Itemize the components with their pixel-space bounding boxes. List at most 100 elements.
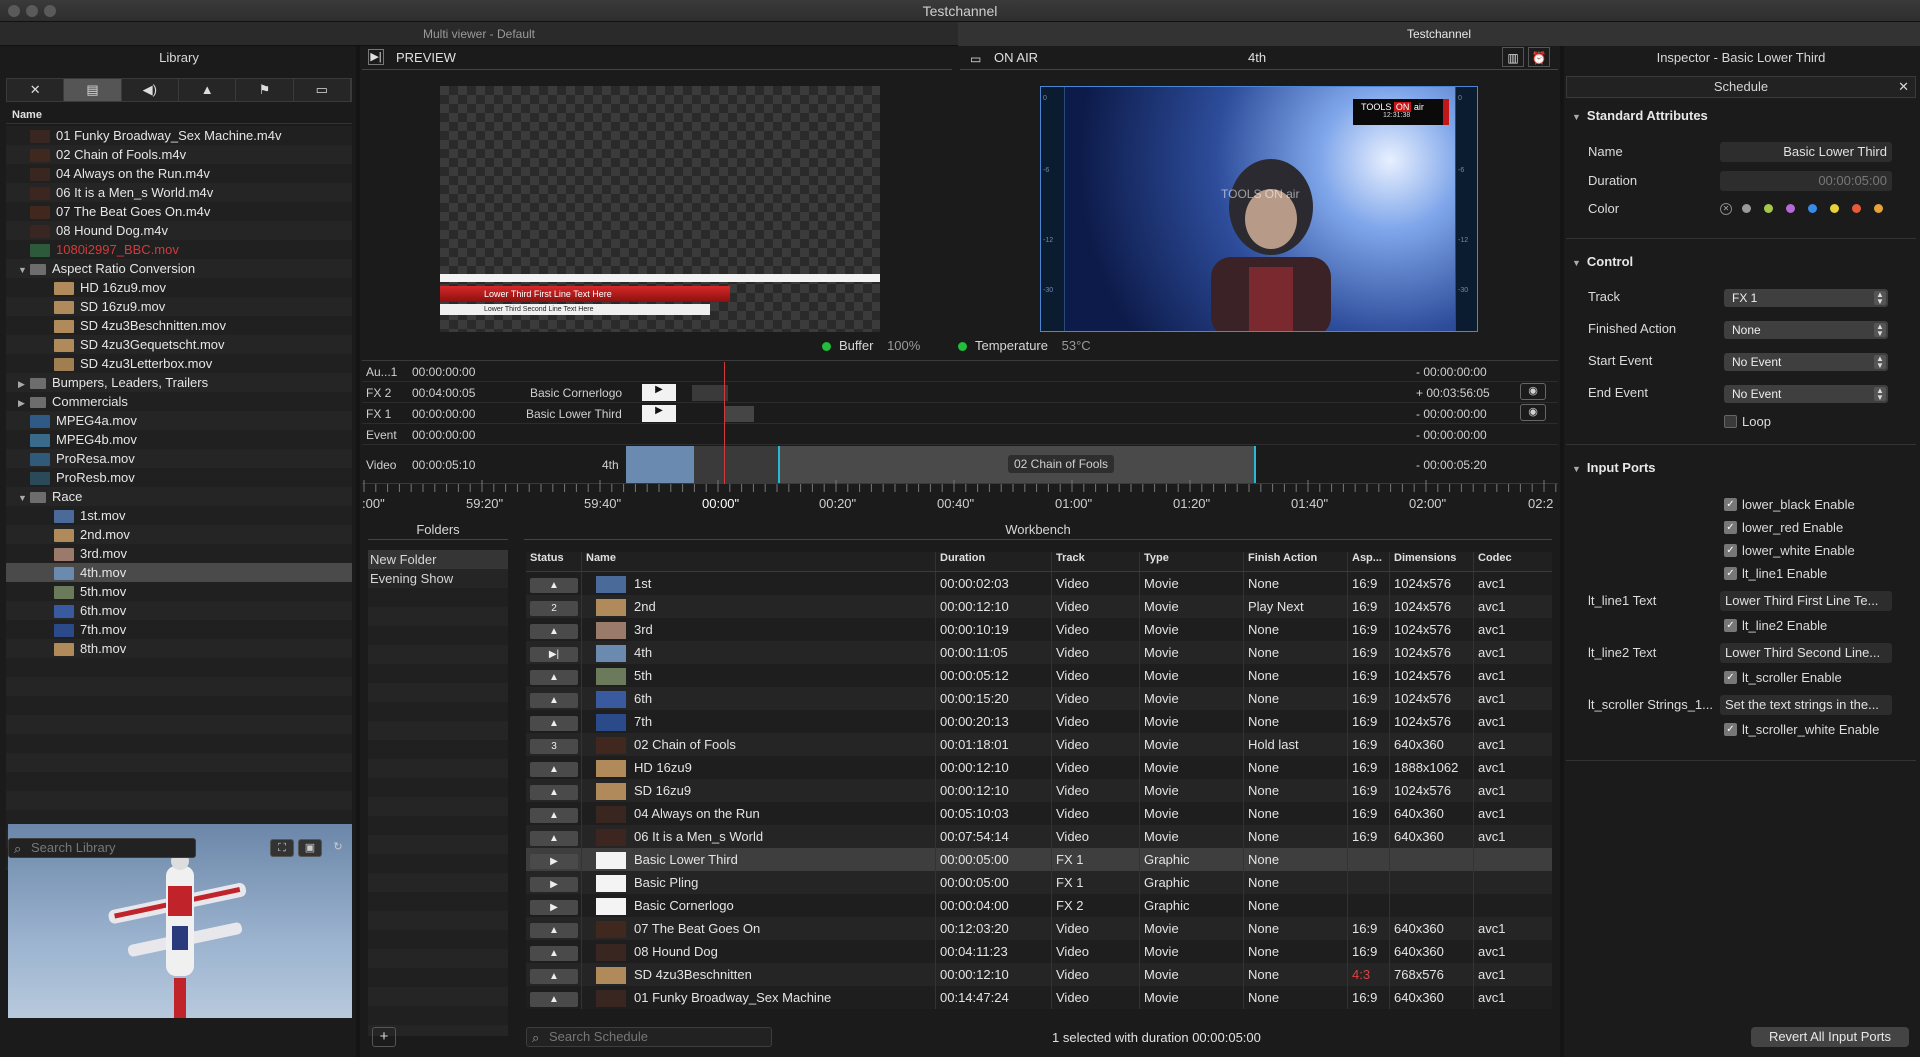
library-item[interactable]: SD 4zu3Beschnitten.mov xyxy=(6,316,352,335)
table-row[interactable]: ▲ 08 Hound Dog 00:04:11:23 Video Movie None 16… xyxy=(526,940,1552,963)
table-row[interactable]: ▲ 06 It is a Men_s World 00:07:54:14 Video M… xyxy=(526,825,1552,848)
color-swatch[interactable] xyxy=(1830,204,1839,213)
table-row[interactable]: 3 02 Chain of Fools 00:01:18:01 Video Movie H… xyxy=(526,733,1552,756)
status-button[interactable]: ▲ xyxy=(530,762,578,777)
divider[interactable] xyxy=(1560,46,1564,1057)
table-row[interactable]: ▶ Basic Lower Third 00:00:05:00 FX 1 Graphic… xyxy=(526,848,1552,871)
library-folder[interactable]: ▶ Commercials xyxy=(6,392,352,411)
library-item[interactable]: HD 16zu9.mov xyxy=(6,278,352,297)
play-fx1-button[interactable]: ▶ xyxy=(642,405,676,422)
status-button[interactable]: 2 xyxy=(530,601,578,616)
column-aspect[interactable]: Asp... xyxy=(1348,552,1390,571)
status-button[interactable]: ▲ xyxy=(530,808,578,823)
status-button[interactable]: ▲ xyxy=(530,831,578,846)
input-ports-section[interactable]: ▼ Input Ports xyxy=(1572,458,1656,478)
status-button[interactable]: ▲ xyxy=(530,923,578,938)
playhead[interactable] xyxy=(724,362,725,484)
schedule-search-input[interactable]: ⌕ Search Schedule xyxy=(526,1027,772,1047)
lt-line1-text-field[interactable]: Lower Third First Line Te... xyxy=(1720,591,1892,611)
column-name[interactable]: Name xyxy=(582,552,936,571)
table-row[interactable]: ▲ 1st 00:00:02:03 Video Movie None 16:9 1024x57… xyxy=(526,572,1552,595)
library-item[interactable]: 08 Hound Dog.m4v xyxy=(6,221,352,240)
library-item[interactable]: SD 4zu3Gequetscht.mov xyxy=(6,335,352,354)
fx2-clip-block[interactable] xyxy=(692,385,728,401)
library-column-name[interactable]: Name xyxy=(6,106,352,124)
eye-icon[interactable]: ◉ xyxy=(1520,404,1546,421)
table-row[interactable]: ▶| 4th 00:00:11:05 Video Movie None 16:9 1024x5… xyxy=(526,641,1552,664)
color-swatch[interactable] xyxy=(1764,204,1773,213)
status-button[interactable]: 3 xyxy=(530,739,578,754)
schedule-tab[interactable]: Schedule ✕ xyxy=(1566,76,1916,98)
folder-item[interactable]: New Folder xyxy=(368,550,508,569)
add-folder-button[interactable]: + xyxy=(372,1027,396,1047)
library-item[interactable]: 2nd.mov xyxy=(6,525,352,544)
status-button[interactable]: ▲ xyxy=(530,785,578,800)
library-item[interactable]: 07 The Beat Goes On.m4v xyxy=(6,202,352,221)
status-button[interactable]: ▶| xyxy=(530,647,578,662)
calendar-icon[interactable]: ▭ xyxy=(970,49,981,69)
library-item[interactable]: 6th.mov xyxy=(6,601,352,620)
image-view-button[interactable]: ▣ xyxy=(298,839,322,857)
tab-testchannel[interactable]: Testchannel xyxy=(958,22,1920,46)
end-event-select[interactable]: No Event ▲ ▼ xyxy=(1724,385,1888,403)
start-event-select[interactable]: No Event ▲ ▼ xyxy=(1724,353,1888,371)
play-fx2-button[interactable]: ▶ xyxy=(642,384,676,401)
table-row[interactable]: ▲ SD 4zu3Beschnitten 00:00:12:10 Video Movie… xyxy=(526,963,1552,986)
no-color-icon[interactable]: ✕ xyxy=(1720,203,1732,215)
lower-white-checkbox[interactable]: ✓ lower_white Enable xyxy=(1724,543,1855,559)
column-track[interactable]: Track xyxy=(1052,552,1140,571)
lt-scroller-strings-field[interactable]: Set the text strings in the... xyxy=(1720,695,1892,715)
column-duration[interactable]: Duration xyxy=(936,552,1052,571)
table-row[interactable]: ▲ 6th 00:00:15:20 Video Movie None 16:9 1024x57… xyxy=(526,687,1552,710)
status-button[interactable]: ▲ xyxy=(530,716,578,731)
library-item[interactable]: SD 4zu3Letterbox.mov xyxy=(6,354,352,373)
alarm-icon[interactable]: ⏰ xyxy=(1528,47,1550,67)
current-clip-thumbnail[interactable] xyxy=(626,446,694,483)
library-item[interactable]: 01 Funky Broadway_Sex Machine.m4v xyxy=(6,126,352,145)
fit-view-button[interactable]: ⛶ xyxy=(270,839,294,857)
current-clip-block[interactable] xyxy=(694,446,778,483)
status-button[interactable]: ▲ xyxy=(530,992,578,1007)
status-button[interactable]: ▲ xyxy=(530,693,578,708)
color-swatch[interactable] xyxy=(1852,204,1861,213)
status-button[interactable]: ▲ xyxy=(530,946,578,961)
status-button[interactable]: ▶ xyxy=(530,854,578,869)
library-folder[interactable]: ▶ Bumpers, Leaders, Trailers xyxy=(6,373,352,392)
library-search-input[interactable]: ⌕ Search Library xyxy=(8,838,196,858)
library-item[interactable]: SD 16zu9.mov xyxy=(6,297,352,316)
library-item[interactable]: 1080i2997_BBC.mov xyxy=(6,240,352,259)
movie-filter-icon[interactable]: ▤ xyxy=(64,79,122,101)
divider[interactable] xyxy=(356,46,360,1057)
table-row[interactable]: ▶ Basic Cornerlogo 00:00:04:00 FX 2 Graphic N… xyxy=(526,894,1552,917)
lower-red-checkbox[interactable]: ✓ lower_red Enable xyxy=(1724,520,1843,536)
audio-filter-icon[interactable]: ◀) xyxy=(122,79,179,101)
duration-field[interactable]: 00:00:05:00 xyxy=(1720,171,1892,191)
revert-input-ports-button[interactable]: Revert All Input Ports xyxy=(1751,1027,1909,1047)
lower-black-checkbox[interactable]: ✓ lower_black Enable xyxy=(1724,497,1855,513)
status-button[interactable]: ▲ xyxy=(530,578,578,593)
library-item[interactable]: 7th.mov xyxy=(6,620,352,639)
table-row[interactable]: ▲ 01 Funky Broadway_Sex Machine 00:14:47:2… xyxy=(526,986,1552,1009)
column-status[interactable]: Status xyxy=(526,552,582,571)
library-item[interactable]: MPEG4b.mov xyxy=(6,430,352,449)
table-row[interactable]: ▲ 7th 00:00:20:13 Video Movie None 16:9 1024x57… xyxy=(526,710,1552,733)
clear-filter-icon[interactable]: ✕ xyxy=(7,79,65,101)
table-row[interactable]: ▲ 07 The Beat Goes On 00:12:03:20 Video Movi… xyxy=(526,917,1552,940)
lt-line2-checkbox[interactable]: ✓ lt_line2 Enable xyxy=(1724,618,1827,634)
column-finish-action[interactable]: Finish Action xyxy=(1244,552,1348,571)
table-row[interactable]: ▲ 5th 00:00:05:12 Video Movie None 16:9 1024x57… xyxy=(526,664,1552,687)
play-preview-icon[interactable]: ▶| xyxy=(368,49,384,65)
name-field[interactable]: Basic Lower Third xyxy=(1720,142,1892,162)
control-section[interactable]: ▼ Control xyxy=(1572,252,1633,272)
lt-line2-text-field[interactable]: Lower Third Second Line... xyxy=(1720,643,1892,663)
table-row[interactable]: ▶ Basic Pling 00:00:05:00 FX 1 Graphic None xyxy=(526,871,1552,894)
status-button[interactable]: ▲ xyxy=(530,624,578,639)
flag-filter-icon[interactable]: ⚑ xyxy=(236,79,294,101)
close-icon[interactable]: ✕ xyxy=(1898,77,1909,97)
folder-item[interactable]: Evening Show xyxy=(368,569,508,588)
color-swatch[interactable] xyxy=(1742,204,1751,213)
finished-action-select[interactable]: None ▲ ▼ xyxy=(1724,321,1888,339)
image-filter-icon[interactable]: ▲ xyxy=(179,79,237,101)
status-button[interactable]: ▶ xyxy=(530,900,578,915)
chart-icon[interactable]: ▥ xyxy=(1502,47,1524,67)
